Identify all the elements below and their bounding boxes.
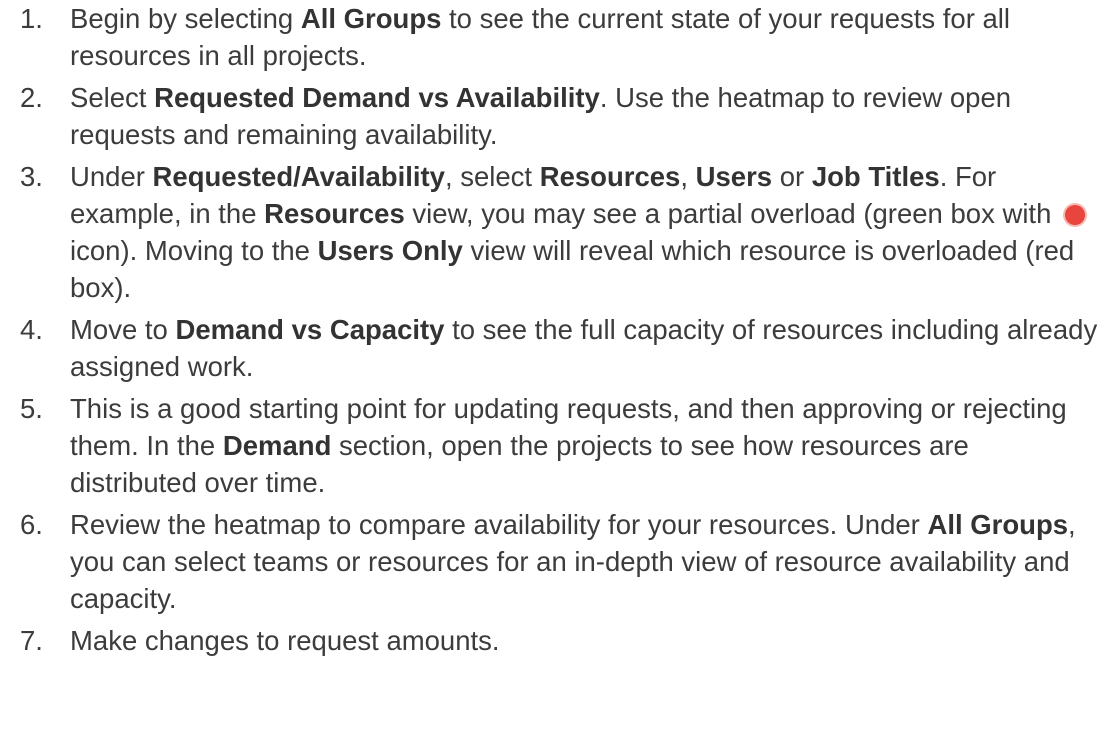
step-text: Review the heatmap to compare availabili… [70, 506, 1100, 617]
step-text: Make changes to request amounts. [70, 622, 1100, 659]
bold-term: Resources [264, 198, 405, 229]
instruction-steps-list: 1. Begin by selecting All Groups to see … [0, 0, 1100, 659]
step-item: 1. Begin by selecting All Groups to see … [20, 0, 1100, 74]
step-text-segment: , select [444, 161, 540, 192]
step-text-segment: Select [70, 82, 155, 113]
step-text-segment: icon). Moving to the [70, 235, 318, 266]
bold-term: Requested Demand vs Availability [154, 82, 600, 113]
step-number: 5. [20, 393, 43, 424]
bold-term: Users [695, 161, 773, 192]
step-text-segment: Make changes to request amounts. [70, 625, 500, 656]
step-number: 7. [20, 625, 43, 656]
step-item: 7. Make changes to request amounts. [20, 622, 1100, 659]
step-text-segment: Begin by selecting [70, 3, 301, 34]
step-text: Under Requested/Availability, select Res… [70, 158, 1100, 306]
bold-term: All Groups [300, 3, 442, 34]
step-number: 3. [20, 161, 43, 192]
step-item: 2. Select Requested Demand vs Availabili… [20, 79, 1100, 153]
step-text-segment: view, you may see a partial overload (gr… [404, 198, 1060, 229]
step-text-segment: , [680, 161, 696, 192]
step-number: 4. [20, 314, 43, 345]
step-text: Move to Demand vs Capacity to see the fu… [70, 311, 1100, 385]
bold-term: All Groups [927, 509, 1069, 540]
bold-term: Users Only [317, 235, 463, 266]
step-text-segment: Move to [70, 314, 176, 345]
step-text-segment: Under [70, 161, 153, 192]
step-item: 3. Under Requested/Availability, select … [20, 158, 1100, 306]
bold-term: Resources [539, 161, 681, 192]
step-text-segment: Review the heatmap to compare availabili… [70, 509, 928, 540]
bold-term: Requested/Availability [152, 161, 445, 192]
step-number: 2. [20, 82, 43, 113]
step-item: 5. This is a good starting point for upd… [20, 390, 1100, 501]
step-text-segment: or [772, 161, 812, 192]
step-text: Begin by selecting All Groups to see the… [70, 0, 1100, 74]
bold-term: Demand vs Capacity [175, 314, 445, 345]
overload-dot-icon [1065, 205, 1086, 225]
bold-term: Job Titles [811, 161, 940, 192]
step-text: Select Requested Demand vs Availability.… [70, 79, 1100, 153]
bold-term: Demand [222, 430, 332, 461]
step-item: 4. Move to Demand vs Capacity to see the… [20, 311, 1100, 385]
step-item: 6. Review the heatmap to compare availab… [20, 506, 1100, 617]
step-number: 6. [20, 509, 43, 540]
step-number: 1. [20, 3, 43, 34]
step-text: This is a good starting point for updati… [70, 390, 1100, 501]
